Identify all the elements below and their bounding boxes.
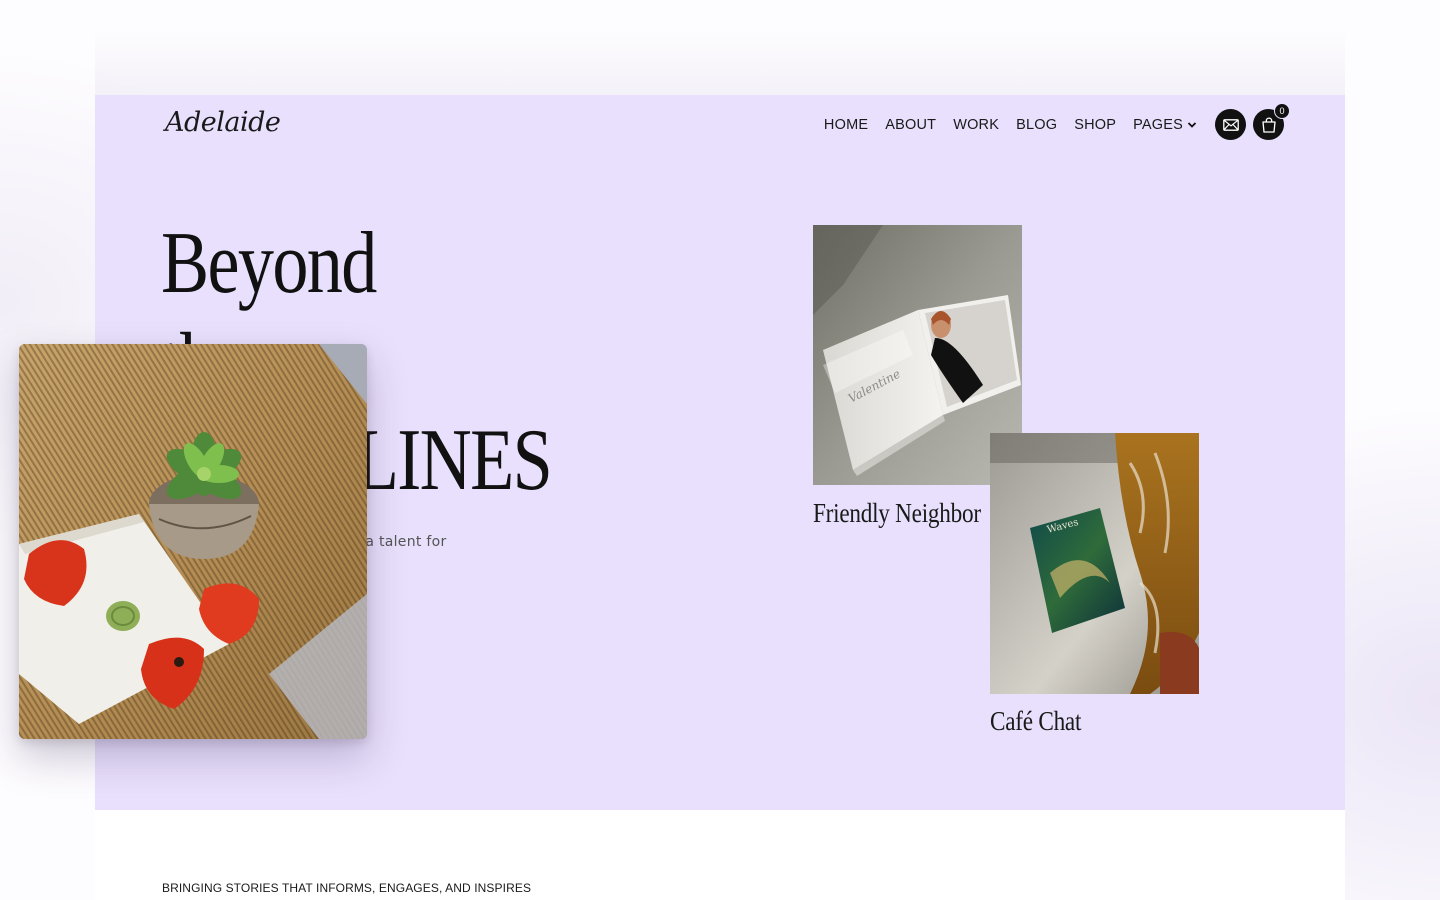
nav-home[interactable]: HOME [824, 117, 868, 133]
nav-about[interactable]: ABOUT [885, 117, 936, 133]
site-logo[interactable]: Adelaide [165, 107, 281, 138]
work-card-cafe-chat-image[interactable]: Waves [990, 433, 1199, 694]
hero-headline-line1: Beyond [161, 215, 377, 312]
nav-shop[interactable]: SHOP [1074, 117, 1116, 133]
main-nav: HOME ABOUT WORK BLOG SHOP PAGES [824, 117, 1197, 133]
card-caption-friendly-neighbor[interactable]: Friendly Neighbor [813, 498, 981, 529]
card-caption-cafe-chat[interactable]: Café Chat [990, 706, 1081, 737]
cart-count-badge: 0 [1274, 103, 1290, 119]
succulent-newspaper-image [19, 344, 367, 739]
nav-pages[interactable]: PAGES [1133, 117, 1183, 133]
floating-preview-image[interactable] [19, 344, 367, 739]
mail-icon [1222, 118, 1239, 131]
stories-section: BRINGING STORIES THAT INFORMS, ENGAGES, … [95, 810, 1345, 900]
chevron-down-icon [1187, 122, 1197, 128]
nav-pages-dropdown[interactable]: PAGES [1133, 117, 1197, 133]
mail-button[interactable] [1215, 109, 1246, 140]
ghost-preview [95, 30, 1345, 95]
nav-work[interactable]: WORK [953, 117, 999, 133]
magazine-waves-image: Waves [990, 433, 1199, 694]
nav-blog[interactable]: BLOG [1016, 117, 1057, 133]
stories-tagline: BRINGING STORIES THAT INFORMS, ENGAGES, … [162, 881, 532, 895]
cart-icon [1261, 117, 1276, 133]
